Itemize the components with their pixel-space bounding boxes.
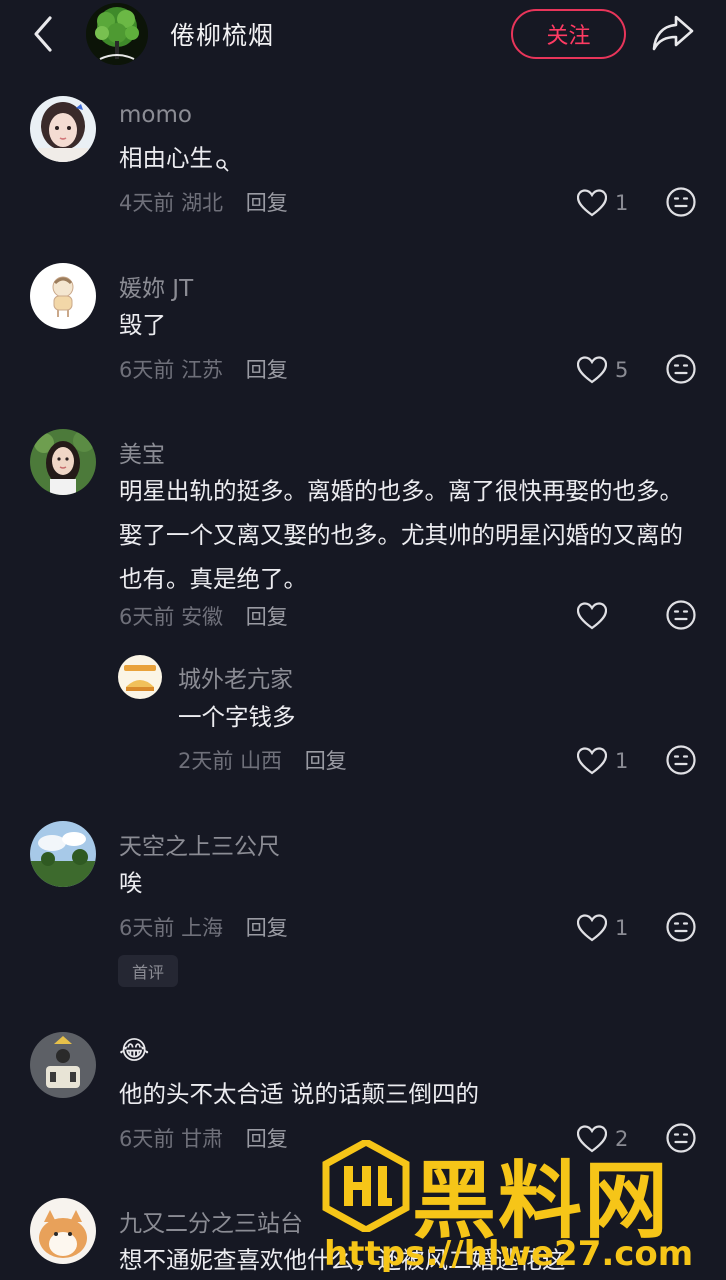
comment-body: 明星出轨的挺多。离婚的也多。离了很快再娶的也多。娶了一个又离又娶的也多。尤其帅的… [119, 477, 683, 593]
meh-face-icon[interactable] [665, 599, 699, 633]
comment-location: 山西 [240, 749, 283, 773]
like-button[interactable]: 1 [577, 186, 647, 220]
like-button[interactable]: 1 [577, 744, 647, 778]
meh-face-icon[interactable] [665, 186, 699, 220]
reply-button[interactable]: 回复 [246, 358, 288, 382]
username[interactable]: 😂 [119, 1036, 149, 1066]
heart-outline-icon [577, 747, 607, 775]
reply-button[interactable]: 回复 [305, 749, 347, 773]
top-bar: 倦柳梳烟 关注 [0, 0, 726, 70]
avatar[interactable] [118, 655, 162, 699]
comment-time: 6天前 [119, 1127, 175, 1151]
comment-body: 相由心生 [119, 144, 213, 172]
comment-location: 甘肃 [181, 1127, 224, 1151]
comment-time: 4天前 [119, 191, 175, 215]
heart-outline-icon [577, 356, 607, 384]
comment-time: 2天前 [178, 749, 234, 773]
heart-outline-icon [577, 602, 607, 630]
search-small-icon[interactable] [215, 142, 229, 186]
like-count: 1 [615, 191, 629, 215]
back-icon[interactable] [26, 12, 62, 56]
comment-location: 江苏 [181, 358, 224, 382]
first-comment-badge: 首评 [118, 955, 178, 987]
comment-location: 安徽 [181, 605, 224, 629]
like-count: 5 [615, 358, 629, 382]
comment-meta: 2天前 山西 回复 [178, 745, 347, 775]
follow-button[interactable]: 关注 [511, 9, 626, 59]
avatar[interactable] [30, 96, 96, 162]
like-button[interactable]: 5 [577, 353, 647, 387]
like-button[interactable]: 1 [577, 911, 647, 945]
avatar[interactable] [30, 263, 96, 329]
profile-avatar[interactable] [86, 3, 148, 65]
username[interactable]: 九又二分之三站台 [119, 1204, 303, 1238]
meh-face-icon[interactable] [665, 911, 699, 945]
comment-location: 湖北 [181, 191, 224, 215]
heart-outline-icon [577, 914, 607, 942]
comment-meta: 4天前 湖北 回复 [119, 187, 288, 217]
username[interactable]: 美宝 [119, 435, 165, 469]
reply-button[interactable]: 回复 [246, 1127, 288, 1151]
comment-time: 6天前 [119, 358, 175, 382]
watermark-logo [322, 1138, 410, 1234]
comment-body: 他的头不太合适 说的话颠三倒四的 [119, 1080, 479, 1108]
like-button[interactable] [577, 599, 647, 633]
reply-button[interactable]: 回复 [246, 605, 288, 629]
like-count: 1 [615, 916, 629, 940]
comment-meta: 6天前 上海 回复 [119, 912, 288, 942]
comment-meta: 6天前 江苏 回复 [119, 354, 288, 384]
avatar[interactable] [30, 429, 96, 495]
comment-meta: 6天前 安徽 回复 [119, 601, 288, 631]
watermark-url: https://hlwe27.com [324, 1234, 694, 1274]
reply-button[interactable]: 回复 [246, 191, 288, 215]
username[interactable]: 城外老亢家 [178, 660, 293, 694]
comment-location: 上海 [181, 916, 224, 940]
reply-button[interactable]: 回复 [246, 916, 288, 940]
comment-body: 毁了 [119, 311, 166, 339]
comment-body: 一个字钱多 [178, 703, 296, 731]
comment-body: 唉 [119, 869, 143, 897]
avatar[interactable] [30, 1198, 96, 1264]
username[interactable]: 天空之上三公尺 [119, 827, 280, 861]
avatar[interactable] [30, 821, 96, 887]
watermark: 黑料网 https://hlwe27.com [322, 1138, 726, 1280]
comment-text: 相由心生 [119, 136, 699, 186]
heart-outline-icon [577, 189, 607, 217]
page-title: 倦柳梳烟 [170, 21, 275, 50]
comment-meta: 6天前 甘肃 回复 [119, 1123, 288, 1153]
meh-face-icon[interactable] [665, 744, 699, 778]
comment-time: 6天前 [119, 605, 175, 629]
meh-face-icon[interactable] [665, 353, 699, 387]
share-arrow-icon[interactable] [650, 12, 696, 54]
username[interactable]: 媛妳 JT [119, 269, 193, 303]
comment-time: 6天前 [119, 916, 175, 940]
avatar[interactable] [30, 1032, 96, 1098]
username[interactable]: momo [119, 102, 192, 128]
like-count: 1 [615, 749, 629, 773]
